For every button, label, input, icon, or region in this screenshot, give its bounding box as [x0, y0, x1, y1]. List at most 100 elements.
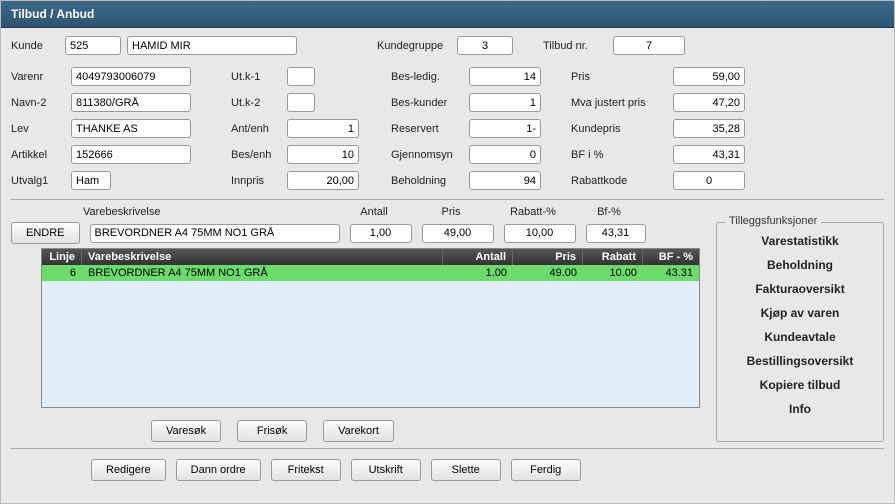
bottom-buttons: Redigere Dann ordre Fritekst Utskrift Sl…: [91, 459, 884, 481]
antenh-input[interactable]: [287, 119, 359, 138]
kundegruppe-label: Kundegruppe: [377, 40, 457, 52]
utvalg1-input[interactable]: [71, 171, 111, 190]
pris-input[interactable]: [673, 67, 745, 86]
side-item-kundeavtale[interactable]: Kundeavtale: [725, 325, 875, 349]
th-bf: BF - %: [643, 249, 699, 265]
side-legend: Tilleggsfunksjoner: [725, 215, 821, 227]
side-panel: Tilleggsfunksjoner Varestatistikk Behold…: [716, 222, 884, 442]
rabattkode-input[interactable]: [673, 171, 745, 190]
td-rabatt: 10.00: [583, 265, 643, 281]
hdr-bf: Bf-%: [579, 206, 639, 218]
artikkel-label: Artikkel: [11, 149, 65, 161]
col-left: Varenr Navn-2 Lev Artikkel Utvalg1: [11, 67, 211, 193]
content: Kunde Kundegruppe Tilbud nr. Varenr Navn…: [1, 28, 894, 489]
beholdning-input[interactable]: [469, 171, 541, 190]
td-antall: 1.00: [443, 265, 513, 281]
lev-input[interactable]: [71, 119, 191, 138]
innpris-label: Innpris: [231, 175, 281, 187]
td-varebesk: BREVORDNER A4 75MM NO1 GRÅ: [82, 265, 443, 281]
kunde-name-input[interactable]: [127, 36, 297, 55]
gjennomsyn-input[interactable]: [469, 145, 541, 164]
gjennomsyn-label: Gjennomsyn: [391, 149, 463, 161]
utk2-input[interactable]: [287, 93, 315, 112]
separator-2: [11, 448, 884, 449]
table-row[interactable]: 6 BREVORDNER A4 75MM NO1 GRÅ 1.00 49.00 …: [42, 265, 699, 281]
side-item-kjop[interactable]: Kjøp av varen: [725, 301, 875, 325]
window: Tilbud / Anbud Kunde Kundegruppe Tilbud …: [0, 0, 895, 504]
edit-varebesk-input[interactable]: [90, 224, 340, 243]
fritekst-button[interactable]: Fritekst: [271, 459, 341, 481]
besenh-input[interactable]: [287, 145, 359, 164]
utskrift-button[interactable]: Utskrift: [351, 459, 421, 481]
utk2-label: Ut.k-2: [231, 97, 281, 109]
varenr-label: Varenr: [11, 71, 65, 83]
utk1-input[interactable]: [287, 67, 315, 86]
lev-label: Lev: [11, 123, 65, 135]
side-item-bestillingsoversikt[interactable]: Bestillingsoversikt: [725, 349, 875, 373]
reservert-label: Reservert: [391, 123, 463, 135]
kunde-no-input[interactable]: [65, 36, 121, 55]
th-rabatt: Rabatt: [583, 249, 643, 265]
window-title: Tilbud / Anbud: [1, 1, 894, 28]
mid-buttons: Varesøk Frisøk Varekort: [151, 420, 700, 442]
besledig-input[interactable]: [469, 67, 541, 86]
kunde-label: Kunde: [11, 40, 65, 52]
kundepris-input[interactable]: [673, 119, 745, 138]
besledig-label: Bes-ledig.: [391, 71, 463, 83]
slette-button[interactable]: Slette: [431, 459, 501, 481]
beskunder-input[interactable]: [469, 93, 541, 112]
side-item-kopiere[interactable]: Kopiere tilbud: [725, 373, 875, 397]
main-left: ENDRE Linje Varebeskrivelse Antall Pr: [11, 222, 700, 442]
tilbudnr-input[interactable]: [613, 36, 685, 55]
th-linje: Linje: [42, 249, 82, 265]
edit-bf-input[interactable]: [586, 224, 646, 243]
hdr-antall: Antall: [343, 206, 405, 218]
side-item-fakturaoversikt[interactable]: Fakturaoversikt: [725, 277, 875, 301]
varenr-input[interactable]: [71, 67, 191, 86]
th-varebesk: Varebeskrivelse: [82, 249, 443, 265]
edit-antall-input[interactable]: [350, 224, 412, 243]
kundepris-label: Kundepris: [571, 123, 667, 135]
varekort-button[interactable]: Varekort: [323, 420, 394, 442]
main-area: ENDRE Linje Varebeskrivelse Antall Pr: [11, 222, 884, 442]
edit-pris-input[interactable]: [422, 224, 494, 243]
customer-row: Kunde Kundegruppe Tilbud nr.: [11, 36, 884, 55]
table-wrap: Linje Varebeskrivelse Antall Pris Rabatt…: [41, 248, 700, 408]
side-item-varestatistikk[interactable]: Varestatistikk: [725, 229, 875, 253]
ferdig-button[interactable]: Ferdig: [511, 459, 581, 481]
side-item-beholdning[interactable]: Beholdning: [725, 253, 875, 277]
hdr-varebesk: Varebeskrivelse: [83, 206, 333, 218]
td-pris: 49.00: [513, 265, 583, 281]
beskunder-label: Bes-kunder: [391, 97, 463, 109]
td-bf: 43.31: [643, 265, 699, 281]
reservert-input[interactable]: [469, 119, 541, 138]
hdr-pris: Pris: [415, 206, 487, 218]
col-mid2: Bes-ledig. Bes-kunder Reservert Gjennoms…: [391, 67, 551, 193]
th-antall: Antall: [443, 249, 513, 265]
dannordre-button[interactable]: Dann ordre: [176, 459, 261, 481]
beholdning-label: Beholdning: [391, 175, 463, 187]
bfi-input[interactable]: [673, 145, 745, 164]
kundegruppe-input[interactable]: [457, 36, 513, 55]
separator: [11, 199, 884, 200]
line-table[interactable]: Linje Varebeskrivelse Antall Pris Rabatt…: [41, 248, 700, 408]
utk1-label: Ut.k-1: [231, 71, 281, 83]
product-grid: Varenr Navn-2 Lev Artikkel Utvalg1 Ut.k-…: [11, 67, 884, 193]
col-right: Pris Mva justert pris Kundepris BF i % R…: [571, 67, 761, 193]
utvalg1-label: Utvalg1: [11, 175, 65, 187]
th-pris: Pris: [513, 249, 583, 265]
frisok-button[interactable]: Frisøk: [237, 420, 307, 442]
besenh-label: Bes/enh: [231, 149, 281, 161]
innpris-input[interactable]: [287, 171, 359, 190]
edit-row: ENDRE: [11, 222, 700, 244]
side-item-info[interactable]: Info: [725, 397, 875, 421]
edit-rabatt-input[interactable]: [504, 224, 576, 243]
navn2-input[interactable]: [71, 93, 191, 112]
redigere-button[interactable]: Redigere: [91, 459, 166, 481]
pris-label: Pris: [571, 71, 667, 83]
artikkel-input[interactable]: [71, 145, 191, 164]
mva-input[interactable]: [673, 93, 745, 112]
mva-label: Mva justert pris: [571, 97, 667, 109]
varesok-button[interactable]: Varesøk: [151, 420, 221, 442]
endre-button[interactable]: ENDRE: [11, 222, 80, 244]
